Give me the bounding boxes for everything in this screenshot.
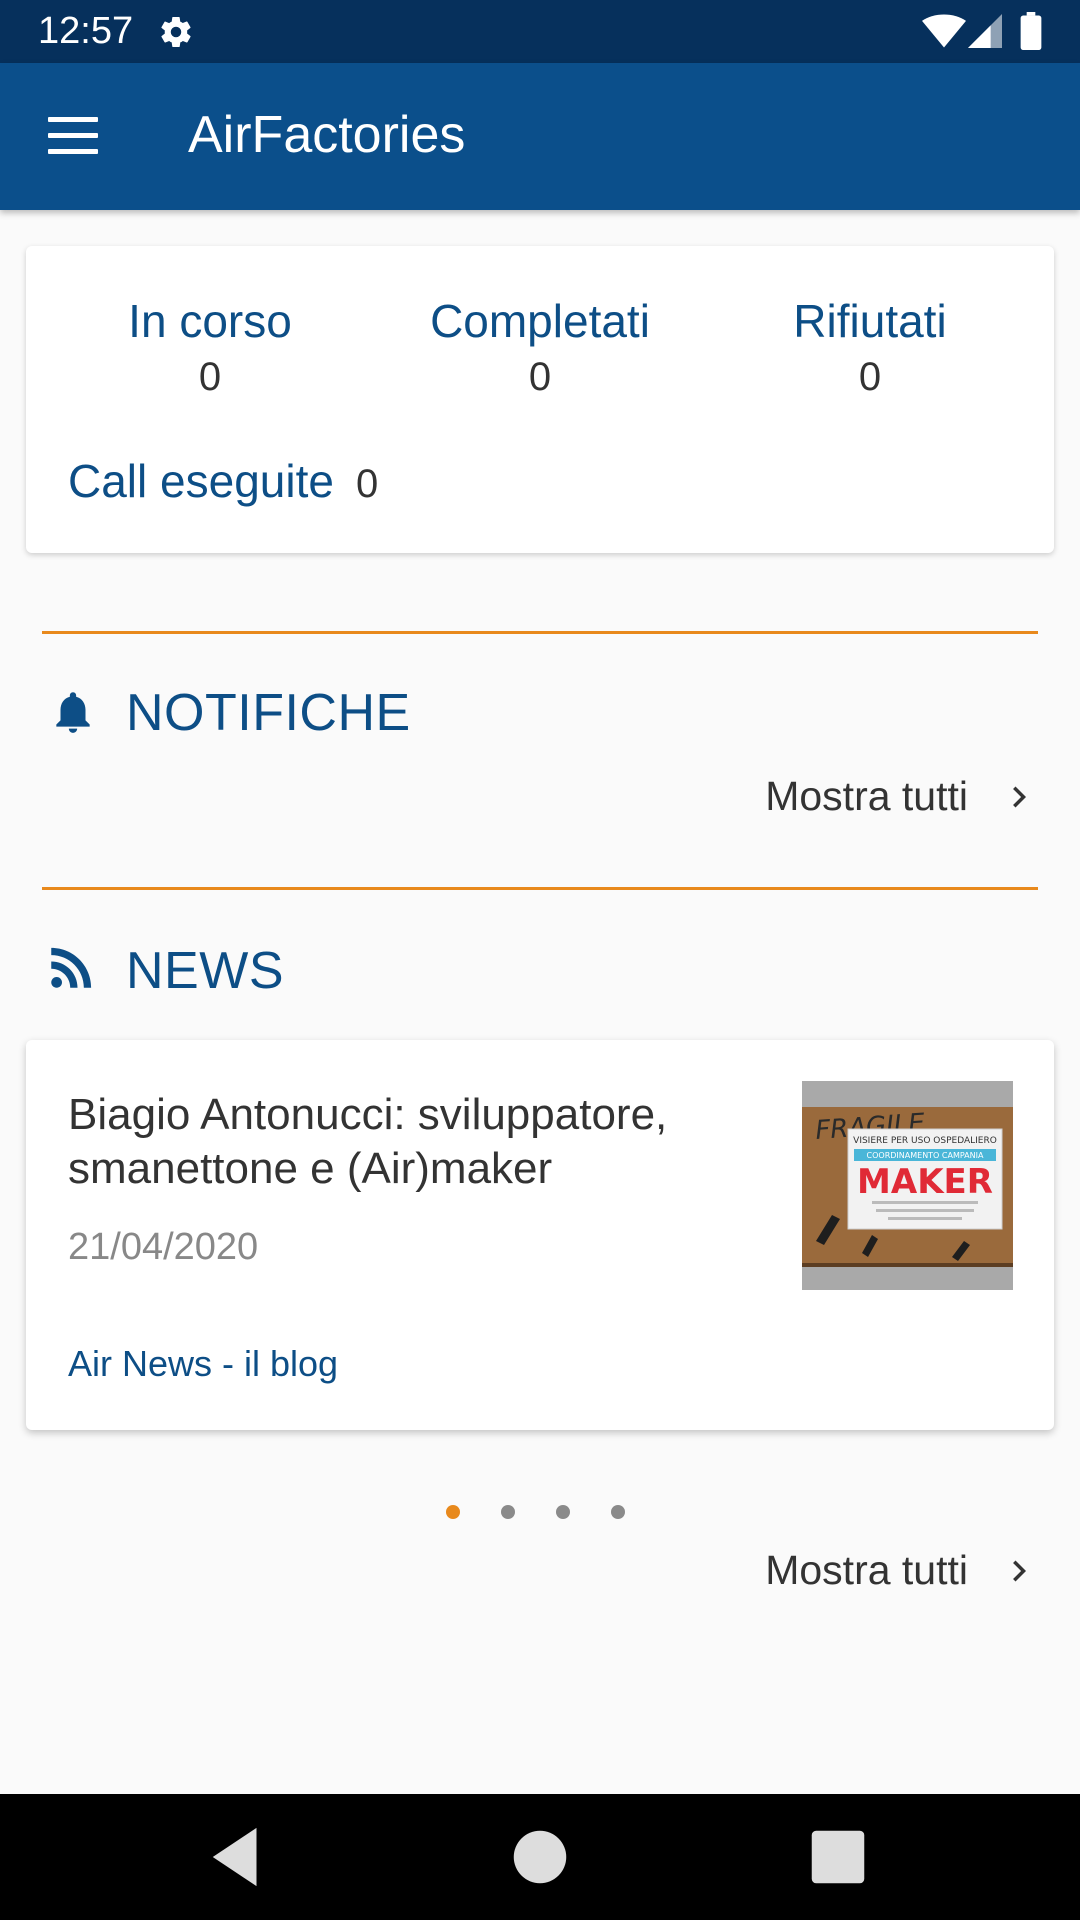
stat-value: 0 [858,355,882,400]
stat-label: In corso [128,295,292,347]
stat-label: Completati [430,295,650,347]
calls-label: Call eseguite [68,455,334,507]
thumb-headline: MAKER [857,1162,993,1202]
signal-icon [968,14,1002,48]
thumb-top-line: VISIERE PER USO OSPEDALIERO [853,1136,997,1146]
show-all-label: Mostra tutti [765,1547,968,1593]
news-show-all-button[interactable]: Mostra tutti [765,1547,1040,1594]
back-icon[interactable] [204,1822,274,1892]
stat-in-progress: In corso 0 [60,294,360,400]
news-card[interactable]: Biagio Antonucci: sviluppatore, smanetto… [26,1040,1054,1430]
stat-label: Rifiutati [793,295,947,347]
pager-dot[interactable] [611,1505,625,1519]
news-pager [446,1505,666,1519]
news-thumbnail-image: FRAGILE VISIERE PER USO OSPEDALIERO COOR… [802,1081,1013,1290]
app-title: AirFactories [188,106,466,164]
thumb-banner: COORDINAMENTO CAMPANIA [867,1151,984,1160]
menu-icon [48,117,98,122]
stat-completed: Completati 0 [390,294,690,400]
pager-dot[interactable] [556,1505,570,1519]
menu-button[interactable] [30,101,114,173]
stat-value: 0 [198,355,222,400]
calls-value: 0 [355,462,379,506]
rss-icon [51,947,92,988]
news-item-title: Biagio Antonucci: sviluppatore, smanetto… [68,1090,668,1193]
app-bar: AirFactories [0,63,1080,210]
news-title: NEWS [126,942,284,1000]
section-divider [42,887,1038,890]
news-thumbnail: FRAGILE VISIERE PER USO OSPEDALIERO COOR… [802,1081,1013,1290]
pager-dot[interactable] [501,1505,515,1519]
chevron-right-icon [1013,1560,1026,1581]
home-icon[interactable] [505,1822,575,1892]
bell-icon [56,692,90,733]
calls-row: Call eseguite 0 [68,454,378,508]
stat-rejected: Rifiutati 0 [720,294,1020,400]
recents-icon[interactable] [803,1822,873,1892]
news-item-date: 21/04/2020 [68,1226,259,1268]
navigation-bar [0,1794,1080,1920]
stats-card: In corso 0 Completati 0 Rifiutati 0 Call… [26,246,1054,553]
notifications-title: NOTIFICHE [126,684,411,742]
section-divider [42,631,1038,634]
battery-icon [1020,12,1042,50]
gear-icon [161,17,191,48]
status-bar: 12:57 [0,0,1080,63]
show-all-label: Mostra tutti [765,773,968,819]
wifi-icon [922,14,966,48]
status-time: 12:57 [38,10,134,52]
news-item-source: Air News - il blog [68,1343,339,1384]
notifications-show-all-button[interactable]: Mostra tutti [765,773,1040,820]
stat-value: 0 [528,355,552,400]
chevron-right-icon [1013,786,1026,807]
pager-dot-active[interactable] [446,1505,460,1519]
